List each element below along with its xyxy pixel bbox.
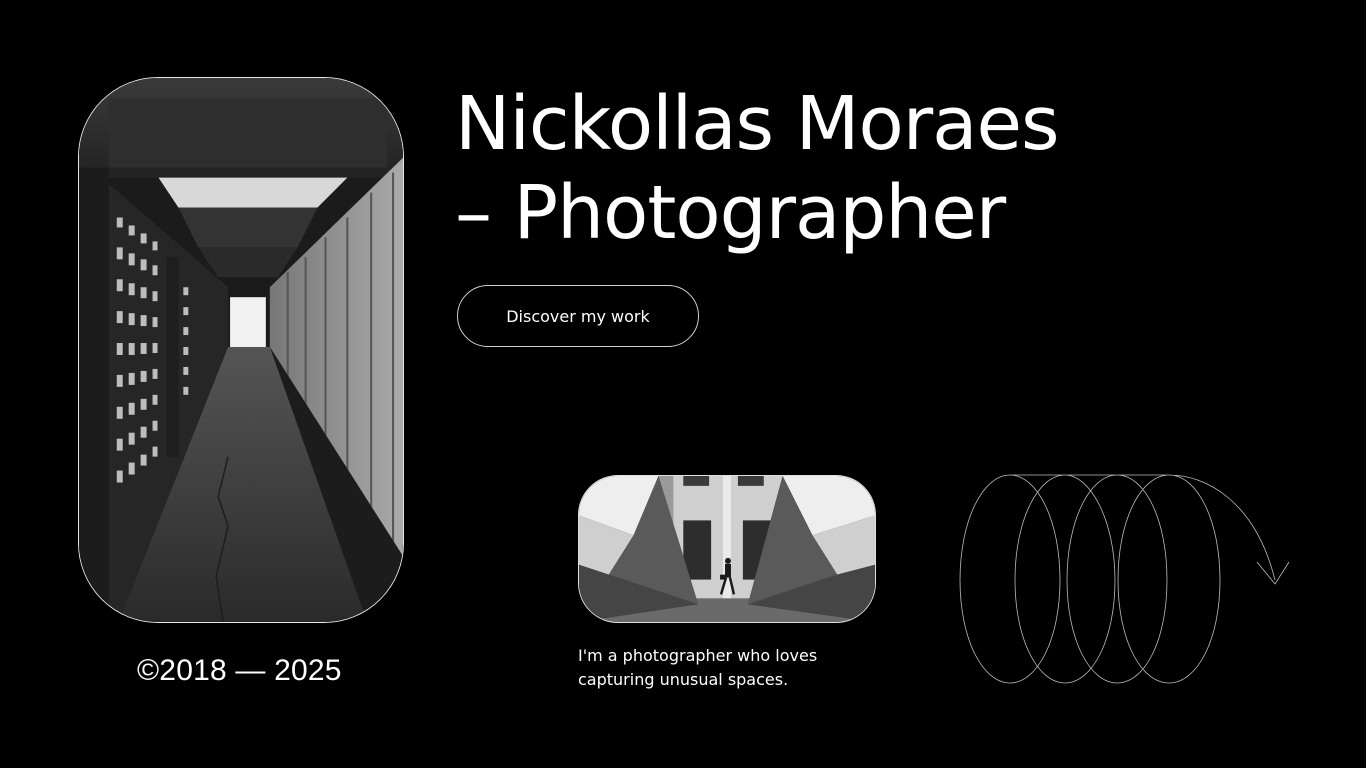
architecture-image: [579, 476, 875, 622]
bio-text: I'm a photographer who loves capturing u…: [578, 646, 818, 689]
corridor-image: [79, 78, 403, 622]
spiral-arrow-icon: [959, 474, 1290, 684]
title-line-1: Nickollas Moraes: [455, 81, 1060, 167]
copyright-text: ©2018 — 2025: [137, 654, 342, 687]
landing-page: ©2018 — 2025 Nickollas Moraes – Photogra…: [0, 0, 1366, 768]
corridor-photo: [78, 77, 404, 623]
discover-work-button[interactable]: Discover my work: [457, 285, 699, 347]
title-line-2: – Photographer: [455, 170, 1006, 256]
page-title: Nickollas Moraes – Photographer: [455, 80, 1060, 258]
architecture-photo: [578, 475, 876, 623]
